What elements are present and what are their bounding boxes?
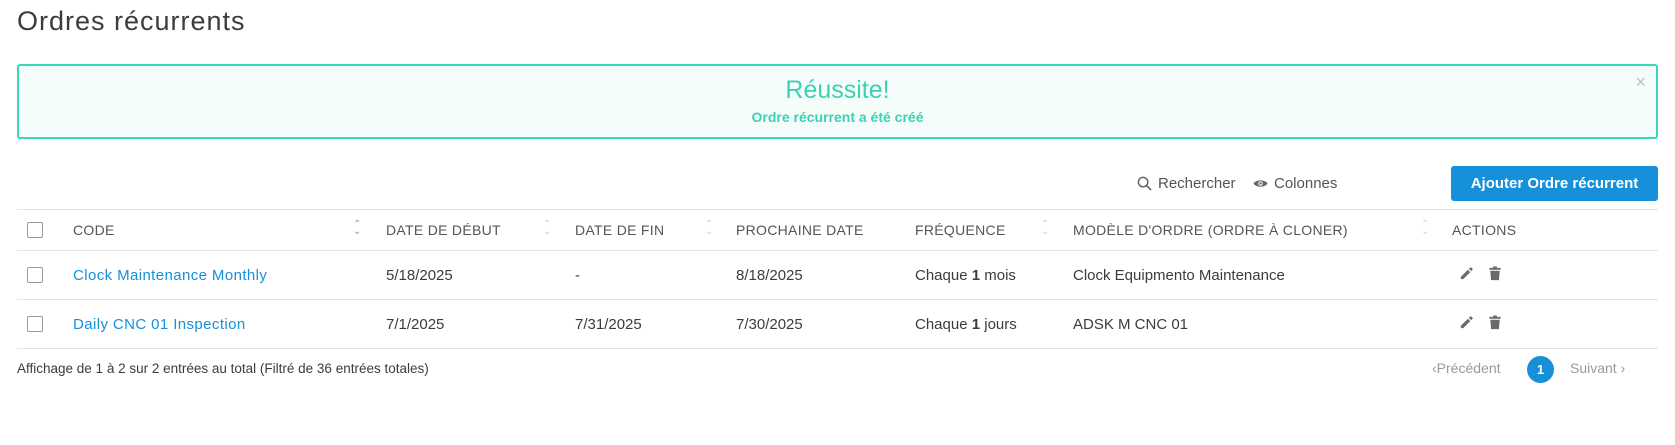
chevron-right-icon: › <box>1620 360 1626 376</box>
search-icon <box>1137 176 1152 191</box>
next-date: 7/30/2025 <box>736 316 803 333</box>
header-actions: ACTIONS <box>1452 222 1517 238</box>
frequency-prefix: Chaque <box>915 267 968 284</box>
recurring-orders-table: CODE ⌃ ⌄ DATE DE DÉBUT ⌃ ⌄ DATE DE FIN ⌃ ⌄ … <box>17 209 1658 349</box>
frequency-number: 1 <box>971 316 981 333</box>
close-icon[interactable]: × <box>1635 72 1646 93</box>
order-template: ADSK M CNC 01 <box>1073 316 1189 333</box>
code-link[interactable]: Daily CNC 01 Inspection <box>73 316 246 333</box>
frequency: Chaque 1 mois <box>915 267 1016 284</box>
trash-icon[interactable] <box>1488 315 1502 335</box>
previous-label: Précédent <box>1436 360 1501 376</box>
frequency-number: 1 <box>971 267 981 284</box>
alert-message: Ordre récurrent a été créé <box>751 109 924 125</box>
trash-icon[interactable] <box>1488 266 1502 286</box>
sort-icon[interactable]: ⌃ ⌄ <box>1041 220 1049 237</box>
sort-icon[interactable]: ⌃ ⌄ <box>1421 220 1429 237</box>
header-next-date[interactable]: PROCHAINE DATE <box>736 222 864 238</box>
eye-icon <box>1253 178 1268 189</box>
row-checkbox[interactable] <box>27 316 43 332</box>
table-header-row: CODE ⌃ ⌄ DATE DE DÉBUT ⌃ ⌄ DATE DE FIN ⌃ ⌄ … <box>17 209 1658 251</box>
start-date: 7/1/2025 <box>386 316 445 333</box>
order-template: Clock Equipmento Maintenance <box>1073 267 1285 284</box>
code-link[interactable]: Clock Maintenance Monthly <box>73 267 267 284</box>
end-date: - <box>575 267 580 284</box>
next-label: Suivant <box>1570 360 1617 376</box>
edit-icon[interactable] <box>1459 315 1474 335</box>
table-row: Daily CNC 01 Inspection 7/1/2025 7/31/20… <box>17 300 1658 349</box>
frequency: Chaque 1 jours <box>915 316 1017 333</box>
edit-icon[interactable] <box>1459 266 1474 286</box>
alert-title: Réussite! <box>785 76 890 104</box>
page-number-current[interactable]: 1 <box>1527 356 1554 383</box>
search-label: Rechercher <box>1158 175 1236 192</box>
page-title: Ordres récurrents <box>17 6 246 36</box>
columns-button[interactable]: Colonnes <box>1253 175 1337 192</box>
success-alert: Réussite! Ordre récurrent a été créé × <box>17 64 1658 139</box>
frequency-unit: jours <box>984 316 1017 333</box>
header-end-date[interactable]: DATE DE FIN <box>575 222 664 238</box>
end-date: 7/31/2025 <box>575 316 642 333</box>
search-button[interactable]: Rechercher <box>1137 175 1236 192</box>
frequency-unit: mois <box>984 267 1016 284</box>
sort-icon[interactable]: ⌃ ⌄ <box>705 220 713 237</box>
row-checkbox[interactable] <box>27 267 43 283</box>
header-frequency[interactable]: FRÉQUENCE <box>915 222 1006 238</box>
next-page-button[interactable]: Suivant › <box>1570 360 1625 376</box>
frequency-prefix: Chaque <box>915 316 968 333</box>
header-template[interactable]: MODÈLE D'ORDRE (ORDRE À CLONER) <box>1073 222 1348 238</box>
sort-icon[interactable]: ⌃ ⌄ <box>353 220 361 237</box>
select-all-checkbox[interactable] <box>27 222 43 238</box>
sort-icon[interactable]: ⌃ ⌄ <box>543 220 551 237</box>
table-row: Clock Maintenance Monthly 5/18/2025 - 8/… <box>17 251 1658 300</box>
start-date: 5/18/2025 <box>386 267 453 284</box>
columns-label: Colonnes <box>1274 175 1338 192</box>
pagination-info: Affichage de 1 à 2 sur 2 entrées au tota… <box>17 361 429 376</box>
previous-page-button[interactable]: ‹Précédent <box>1432 360 1501 376</box>
next-date: 8/18/2025 <box>736 267 803 284</box>
header-start-date[interactable]: DATE DE DÉBUT <box>386 222 501 238</box>
add-recurring-order-button[interactable]: Ajouter Ordre récurrent <box>1451 166 1658 201</box>
header-code[interactable]: CODE <box>73 222 115 238</box>
